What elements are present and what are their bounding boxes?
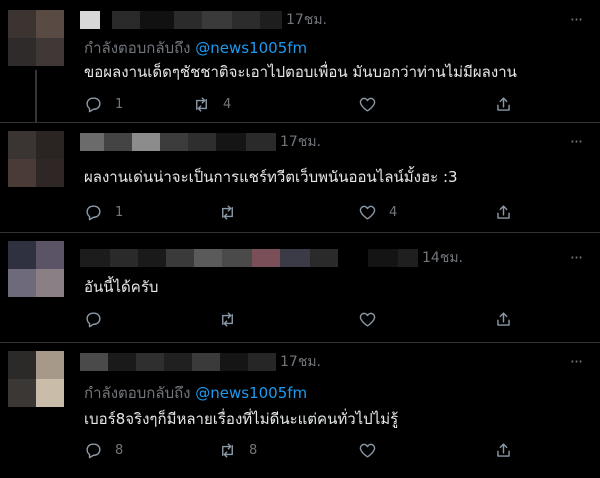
reply-prefix: กำลังตอบกลับถึง [84,39,191,57]
avatar[interactable] [8,131,64,187]
reply-handle-link[interactable]: @news1005fm [195,39,307,57]
retweet-button[interactable] [218,203,249,222]
retweet-button[interactable]: 8 [218,441,257,460]
reply-icon [86,443,101,459]
tweet-header: 14ชม. [80,247,463,269]
retweet-button[interactable]: 4 [192,95,231,114]
share-button[interactable] [494,441,513,460]
like-button[interactable] [358,310,389,329]
reply-button[interactable]: 1 [84,203,123,222]
tweet-actions [84,310,584,330]
reply-button[interactable]: 1 [84,95,123,114]
tweet-item[interactable]: 17ชม. ··· กำลังตอบกลับถึง @news1005fm เบ… [0,343,600,478]
retweet-count: 8 [249,443,258,458]
retweet-icon [196,97,207,112]
retweet-icon [222,312,233,327]
reply-count: 1 [115,205,124,220]
like-icon [359,312,376,327]
like-icon [359,205,376,220]
share-icon [497,205,510,219]
tweet-text: ขอผลงานเด็ดๆชัชชาติจะเอาไปตอบเพื่อน มันบ… [84,63,517,81]
more-icon[interactable]: ··· [566,352,586,371]
like-button[interactable] [358,95,389,114]
like-icon [359,443,376,458]
share-icon [497,97,510,111]
author-name-redacted[interactable] [80,11,100,29]
avatar[interactable] [8,10,64,66]
more-icon[interactable]: ··· [566,132,586,151]
like-button[interactable]: 4 [358,203,397,222]
tweet-time[interactable]: 17ชม. [280,131,321,153]
avatar[interactable] [8,351,64,407]
retweet-icon [222,205,233,220]
tweet-header: 17ชม. [80,351,321,373]
reply-button[interactable]: 8 [84,441,123,460]
share-button[interactable] [494,203,513,222]
author-name-redacted[interactable] [80,133,104,151]
tweet-text: อันนี้ได้ครับ [84,278,159,296]
reply-icon [86,312,101,328]
reply-icon [86,205,101,221]
share-icon [497,443,510,457]
tweet-time[interactable]: 17ชม. [286,9,327,31]
tweet-actions: 1 4 [84,203,584,223]
reply-count: 8 [115,443,124,458]
share-button[interactable] [494,95,513,114]
reply-to-line: กำลังตอบกลับถึง @news1005fm [84,381,307,405]
tweet-text: ผลงานเด่นน่าจะเป็นการแชร์ทวีตเว็บพนันออน… [84,168,458,186]
share-button[interactable] [494,310,513,329]
avatar[interactable] [8,241,64,297]
tweet-actions: 1 4 [84,95,584,115]
retweet-count: 4 [223,97,232,112]
tweet-text: เบอร์8จริงๆก็มีหลายเรื่องที่ไม่ดีนะแต่คน… [84,410,399,428]
reply-count: 1 [115,97,124,112]
like-count: 4 [389,205,398,220]
tweet-header: 17ชม. [80,9,327,31]
reply-to-line: กำลังตอบกลับถึง @news1005fm [84,36,307,60]
like-button[interactable] [358,441,389,460]
more-icon[interactable]: ··· [566,10,586,29]
tweet-actions: 8 8 [84,441,584,461]
share-icon [497,312,510,326]
reply-prefix: กำลังตอบกลับถึง [84,384,191,402]
retweet-button[interactable] [218,310,249,329]
tweet-time[interactable]: 17ชม. [280,351,321,373]
more-icon[interactable]: ··· [566,248,586,267]
tweet-time[interactable]: 14ชม. [422,247,463,269]
like-icon [359,97,376,112]
tweet-header: 17ชม. [80,131,321,153]
retweet-icon [222,443,233,458]
author-name-redacted[interactable] [80,353,108,371]
tweet-item[interactable]: 14ชม. ··· อันนี้ได้ครับ [0,233,600,343]
author-name-redacted[interactable] [80,249,110,267]
reply-handle-link[interactable]: @news1005fm [195,384,307,402]
tweet-item[interactable]: 17ชม. ··· ผลงานเด่นน่าจะเป็นการแชร์ทวีตเ… [0,123,600,233]
reply-icon [86,97,101,113]
tweet-item[interactable]: 17ชม. ··· กำลังตอบกลับถึง @news1005fm ขอ… [0,0,600,122]
reply-button[interactable] [84,310,115,329]
